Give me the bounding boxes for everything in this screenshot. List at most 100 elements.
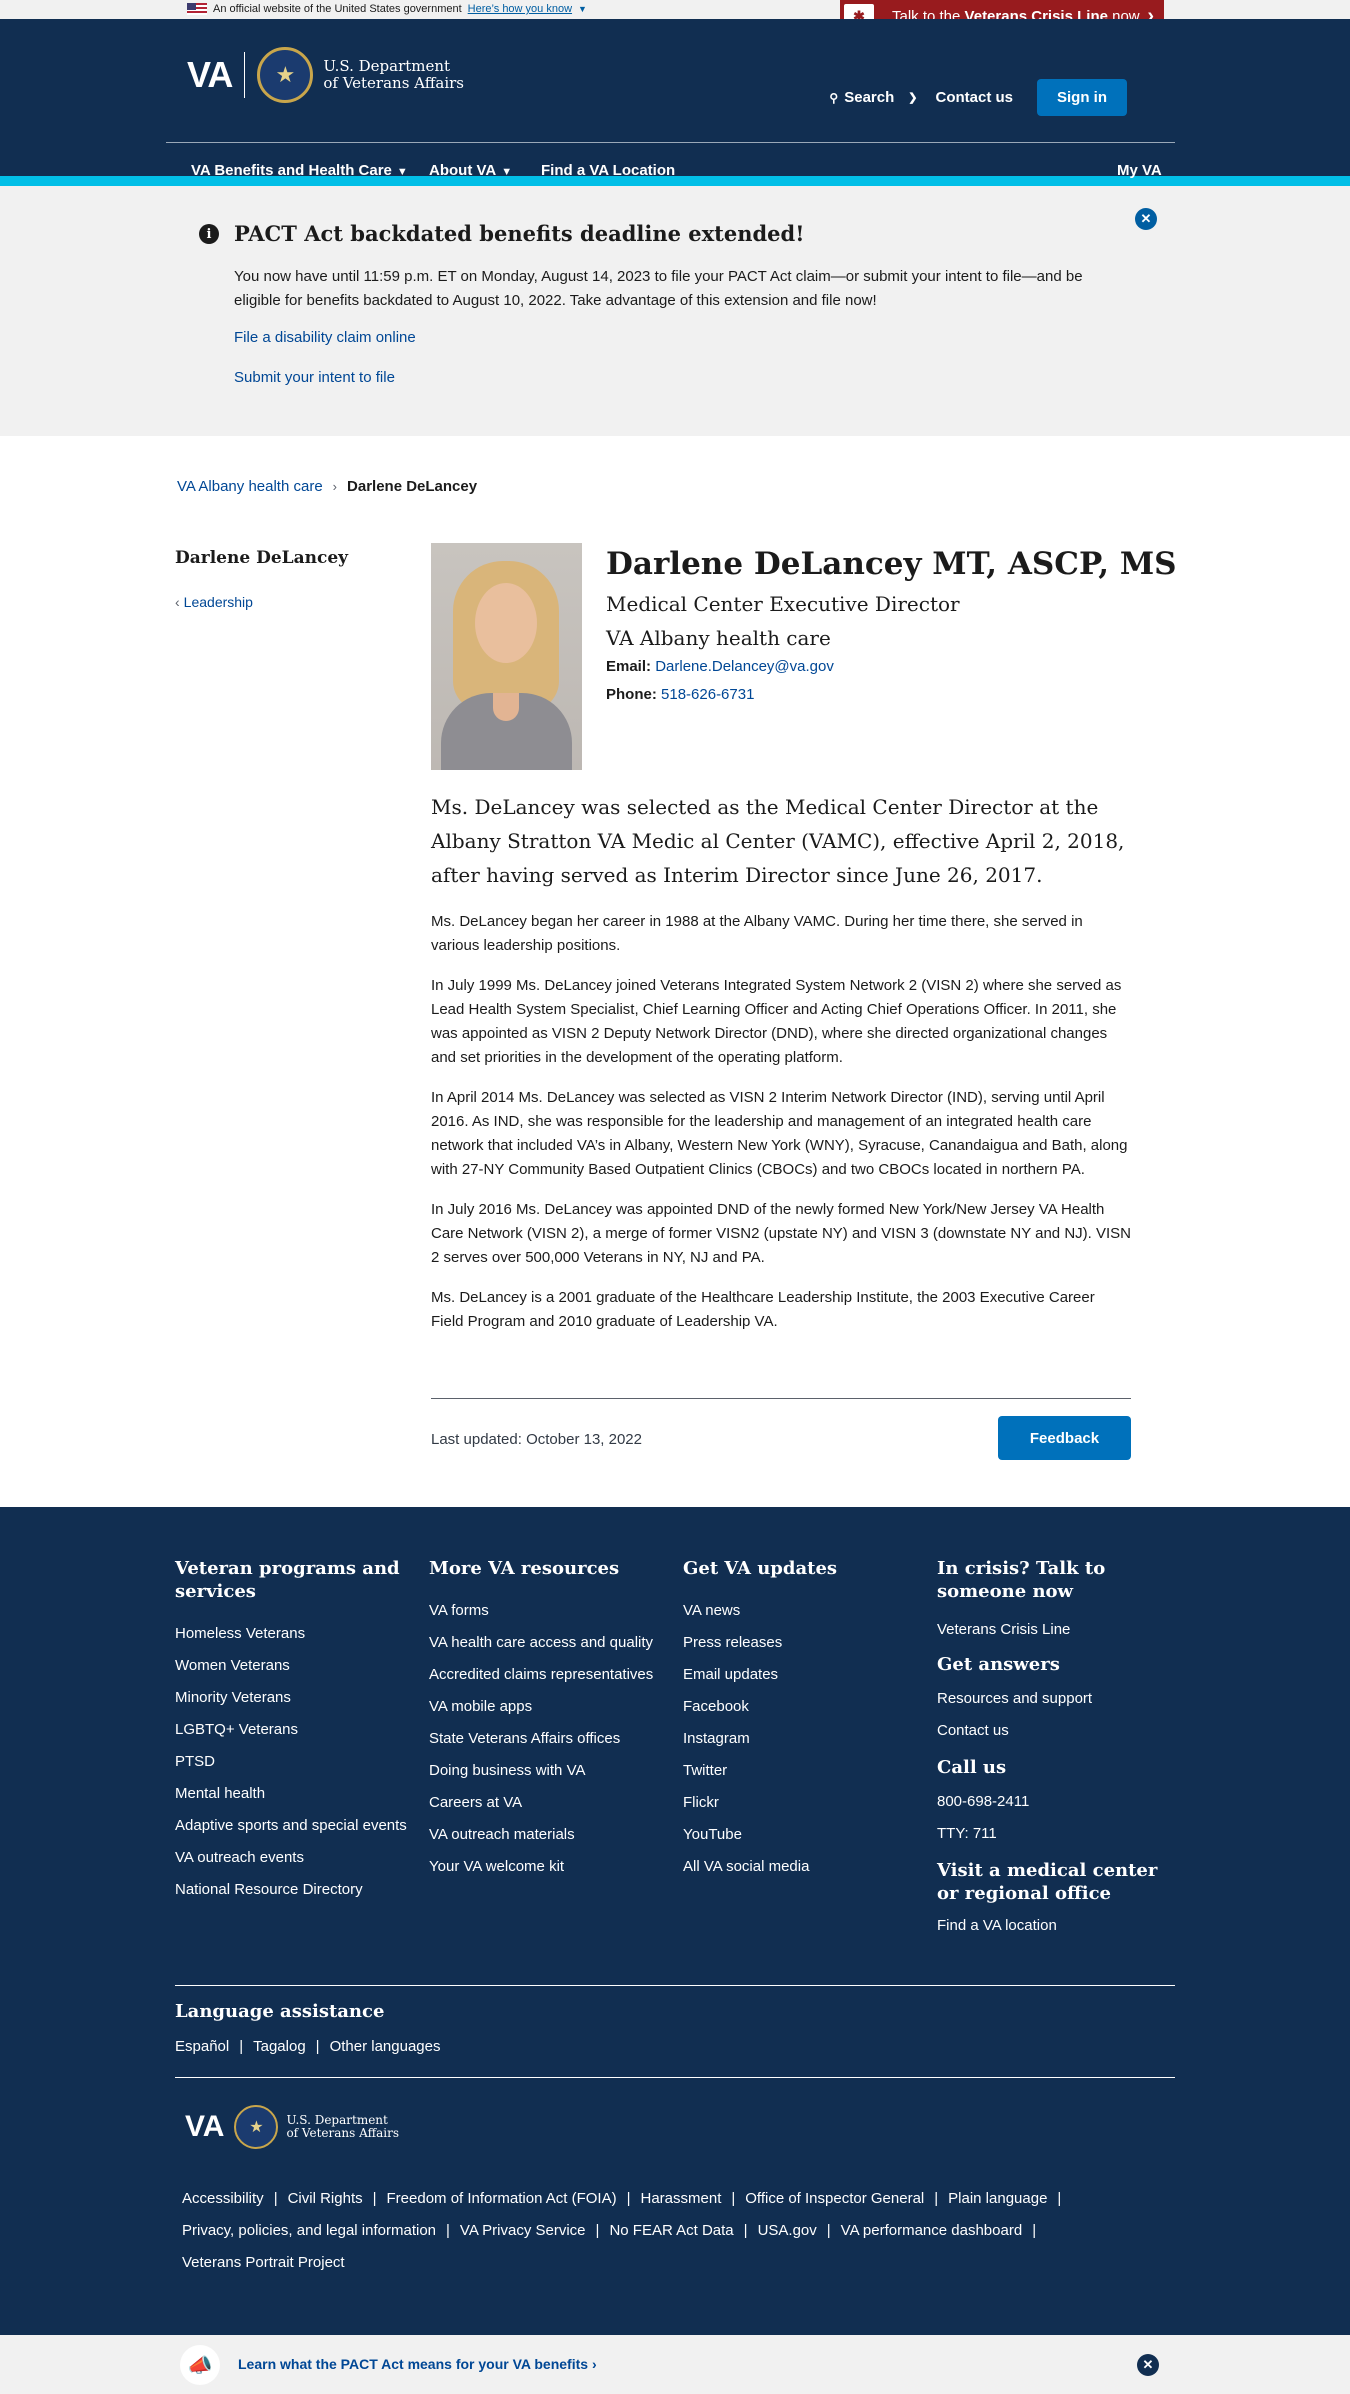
footer-link[interactable]: Adaptive sports and special events xyxy=(175,1817,407,1834)
legal-link[interactable]: USA.gov xyxy=(758,2222,817,2239)
legal-links: Accessibility | Civil Rights | Freedom of In… xyxy=(182,2190,1062,2271)
close-icon[interactable]: ✕ xyxy=(1135,208,1157,230)
feedback-button[interactable]: Feedback xyxy=(998,1416,1131,1460)
footer-link[interactable]: Find a VA location xyxy=(937,1917,1057,1934)
legal-link[interactable]: Office of Inspector General xyxy=(745,2190,924,2207)
sign-in-button[interactable]: Sign in xyxy=(1037,79,1127,116)
email-link[interactable]: Darlene.Delancey@va.gov xyxy=(655,658,834,675)
phone-link[interactable]: 518-626-6731 xyxy=(661,686,754,703)
divider xyxy=(431,1398,1131,1399)
legal-link[interactable]: Civil Rights xyxy=(288,2190,363,2207)
legal-link[interactable]: VA Privacy Service xyxy=(460,2222,586,2239)
sidebar-leadership[interactable]: ‹ Leadership xyxy=(175,594,253,610)
nav-my-va[interactable]: My VA xyxy=(1117,162,1162,179)
profile-facility: VA Albany health care xyxy=(606,626,831,650)
breadcrumb-parent[interactable]: VA Albany health care xyxy=(177,478,323,495)
footer-link[interactable]: TTY: 711 xyxy=(937,1825,997,1842)
lang-other-link[interactable]: Other languages xyxy=(330,2038,441,2055)
footer-va-logo[interactable]: VA ★ U.S. Department of Veterans Affairs xyxy=(185,2105,399,2149)
contact-us-link[interactable]: Contact us xyxy=(935,89,1013,106)
nav-find-location[interactable]: Find a VA Location xyxy=(541,162,675,179)
legal-link[interactable]: Plain language xyxy=(948,2190,1047,2207)
legal-link[interactable]: Freedom of Information Act (FOIA) xyxy=(387,2190,617,2207)
leadership-link[interactable]: Leadership xyxy=(184,594,253,610)
footer-link[interactable]: YouTube xyxy=(683,1826,742,1843)
legal-link[interactable]: Harassment xyxy=(641,2190,722,2207)
intent-to-file-link[interactable]: Submit your intent to file xyxy=(234,369,395,386)
footer-link[interactable]: All VA social media xyxy=(683,1858,809,1875)
footer-dept-name: U.S. Department of Veterans Affairs xyxy=(286,2113,399,2140)
bio-paragraph: Ms. DeLancey is a 2001 graduate of the H… xyxy=(431,1289,1095,1330)
footer-link[interactable]: Homeless Veterans xyxy=(175,1625,305,1642)
chevron-down-icon: ▼ xyxy=(501,166,513,178)
footer-link[interactable]: Email updates xyxy=(683,1666,778,1683)
footer-logo-text: VA xyxy=(185,2110,225,2143)
bio-body: Ms. DeLancey began her career in 1988 at… xyxy=(431,910,1131,1350)
footer-col-resources: More VA resources VA forms VA health car… xyxy=(429,1557,669,1890)
footer-link[interactable]: Women Veterans xyxy=(175,1657,290,1674)
chevron-down-icon: ❯ xyxy=(908,92,918,104)
footer-link[interactable]: Instagram xyxy=(683,1730,750,1747)
footer-link[interactable]: Resources and support xyxy=(937,1690,1092,1707)
legal-link[interactable]: Veterans Portrait Project xyxy=(182,2254,345,2271)
legal-link[interactable]: Accessibility xyxy=(182,2190,264,2207)
legal-link[interactable]: VA performance dashboard xyxy=(841,2222,1023,2239)
footer-heading: Call us xyxy=(937,1757,1007,1778)
footer-link[interactable]: Minority Veterans xyxy=(175,1689,291,1706)
footer-link[interactable]: VA forms xyxy=(429,1602,489,1619)
footer-link[interactable]: VA mobile apps xyxy=(429,1698,532,1715)
footer-link[interactable]: Mental health xyxy=(175,1785,265,1802)
footer-link[interactable]: Twitter xyxy=(683,1762,727,1779)
footer-link[interactable]: VA outreach events xyxy=(175,1849,304,1866)
footer-col-crisis: In crisis? Talk to someone now Veterans … xyxy=(937,1557,1177,1949)
lang-tagalog-link[interactable]: Tagalog xyxy=(253,2038,306,2055)
dept-name: U.S. Department of Veterans Affairs xyxy=(323,57,465,92)
lang-espanol-link[interactable]: Español xyxy=(175,2038,229,2055)
footer-link[interactable]: State Veterans Affairs offices xyxy=(429,1730,620,1747)
profile-email: Email: Darlene.Delancey@va.gov xyxy=(606,658,834,675)
pact-promo-banner: 📣 Learn what the PACT Act means for your… xyxy=(0,2335,1350,2394)
footer-heading: Veteran programs and services xyxy=(175,1558,400,1602)
megaphone-icon: 📣 xyxy=(180,2345,220,2385)
footer-heading: Get answers xyxy=(937,1654,1060,1675)
va-logo[interactable]: VA ★ U.S. Department of Veterans Affairs xyxy=(187,47,464,103)
footer-link[interactable]: LGBTQ+ Veterans xyxy=(175,1721,298,1738)
footer-link[interactable]: VA health care access and quality xyxy=(429,1634,653,1651)
main-content: VA Albany health care › Darlene DeLancey… xyxy=(0,436,1350,1507)
search-icon: ⚲ xyxy=(829,90,839,105)
footer-link[interactable]: VA news xyxy=(683,1602,740,1619)
footer-col-updates: Get VA updates VA news Press releases Em… xyxy=(683,1557,923,1890)
search-label: Search xyxy=(844,89,895,106)
footer-link[interactable]: Doing business with VA xyxy=(429,1762,585,1779)
footer-link[interactable]: Press releases xyxy=(683,1634,782,1651)
chevron-down-icon: ▼ xyxy=(578,4,587,14)
footer-link[interactable]: Contact us xyxy=(937,1722,1009,1739)
footer-link[interactable]: VA outreach materials xyxy=(429,1826,575,1843)
breadcrumb-chevron-icon: › xyxy=(332,479,338,494)
us-flag-icon xyxy=(187,3,207,15)
footer-link[interactable]: Flickr xyxy=(683,1794,719,1811)
footer-link[interactable]: PTSD xyxy=(175,1753,215,1770)
footer-link[interactable]: National Resource Directory xyxy=(175,1881,363,1898)
file-claim-link[interactable]: File a disability claim online xyxy=(234,329,416,346)
search-button[interactable]: ⚲ Search ❯ xyxy=(829,89,917,106)
pact-promo-link[interactable]: Learn what the PACT Act means for your V… xyxy=(238,2356,597,2372)
legal-link[interactable]: No FEAR Act Data xyxy=(609,2222,733,2239)
close-icon[interactable]: ✕ xyxy=(1137,2354,1159,2376)
chevron-down-icon: ▼ xyxy=(396,166,408,178)
footer-divider xyxy=(175,1985,1175,1986)
footer-col-programs: Veteran programs and services Homeless V… xyxy=(175,1557,415,1913)
nav-about-va[interactable]: About VA ▼ xyxy=(429,162,512,179)
legal-link[interactable]: Privacy, policies, and legal information xyxy=(182,2222,436,2239)
site-header: VA ★ U.S. Department of Veterans Affairs … xyxy=(0,19,1350,179)
footer-link[interactable]: Careers at VA xyxy=(429,1794,522,1811)
footer-link[interactable]: Accredited claims representatives xyxy=(429,1666,653,1683)
footer-link[interactable]: 800-698-2411 xyxy=(937,1793,1029,1810)
footer-link[interactable]: Your VA welcome kit xyxy=(429,1858,564,1875)
how-you-know-link[interactable]: Here’s how you know xyxy=(468,3,572,15)
chevron-left-icon: ‹ xyxy=(175,594,180,610)
footer-link[interactable]: Veterans Crisis Line xyxy=(937,1621,1070,1638)
nav-benefits[interactable]: VA Benefits and Health Care ▼ xyxy=(191,162,408,179)
bio-paragraph: In April 2014 Ms. DeLancey was selected … xyxy=(431,1089,1128,1178)
footer-link[interactable]: Facebook xyxy=(683,1698,749,1715)
